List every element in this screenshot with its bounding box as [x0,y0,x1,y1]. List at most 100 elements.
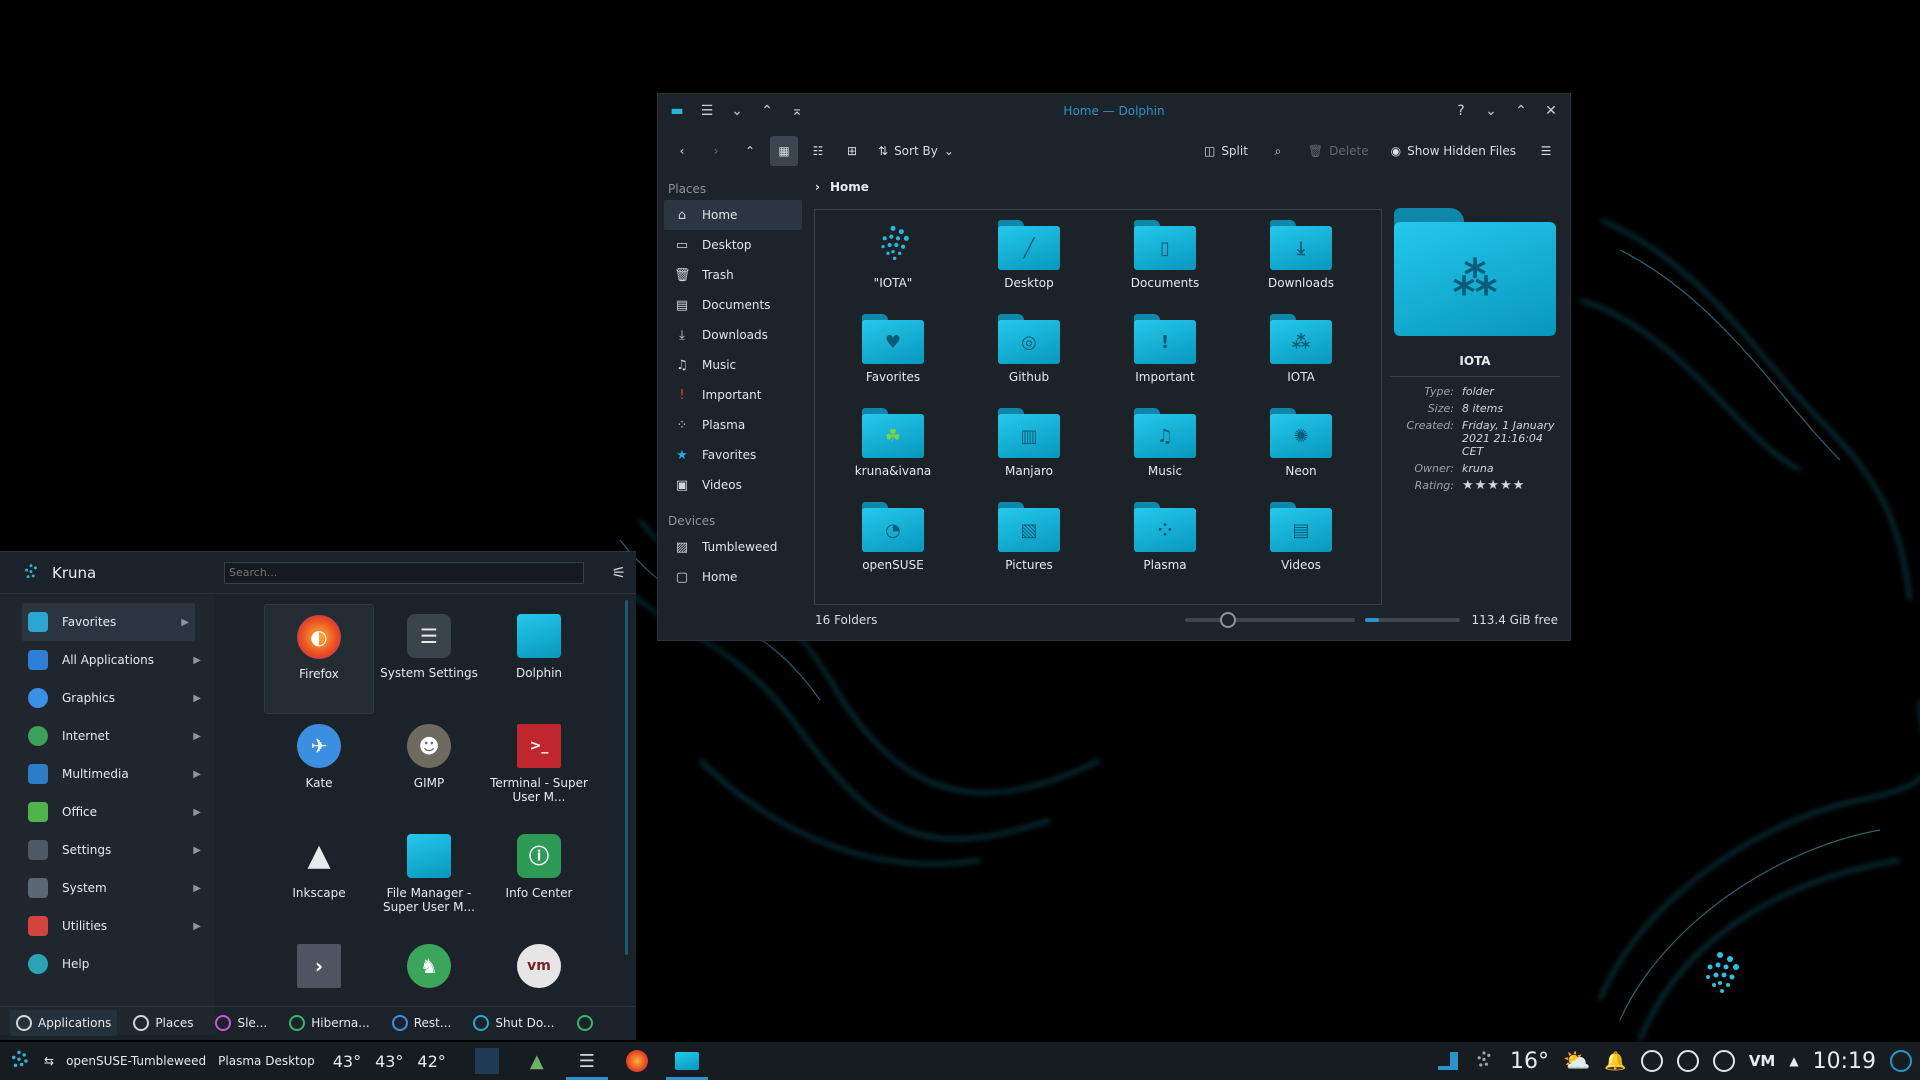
app-gimp[interactable]: ☻ GIMP [374,714,484,824]
category-favorites[interactable]: Favorites ▶ [22,603,195,641]
folder-app-icon[interactable]: ▬ [666,100,688,122]
zoom-slider[interactable] [1185,612,1355,628]
rating-stars[interactable]: ★★★★★ [1462,479,1560,492]
category-office[interactable]: Office ▶ [0,793,215,831]
close-icon[interactable]: ✕ [1540,100,1562,122]
notification-bell-icon[interactable]: 🔔 [1604,1051,1626,1072]
compact-view-button[interactable]: ☷ [804,136,832,166]
sleep-button[interactable]: Sle... [209,1010,273,1036]
minimize-icon[interactable]: ⌄ [1480,100,1502,122]
file-item[interactable]: ♥ Favorites [825,314,961,408]
back-button[interactable]: ‹ [668,136,696,166]
place-plasma[interactable]: ⁘ Plasma [658,410,808,440]
app-firefox[interactable]: ◐ Firefox [264,604,374,714]
category-help[interactable]: Help [0,945,215,983]
place-music[interactable]: ♫ Music [658,350,808,380]
file-item[interactable]: ◎ Github [961,314,1097,408]
category-system[interactable]: System ▶ [0,869,215,907]
menu-icon[interactable]: ☰ [696,100,718,122]
keep-above-icon[interactable]: ⌃ [756,100,778,122]
help-icon[interactable]: ? [1450,100,1472,122]
app-inkscape[interactable]: ▲ Inkscape [264,824,374,934]
delete-button[interactable]: 🗑 Delete [1302,136,1375,166]
task-firefox[interactable] [612,1042,662,1080]
place-trash[interactable]: 🗑 Trash [658,260,808,290]
activity-label[interactable]: Plasma Desktop [212,1042,321,1080]
iota-logo-icon[interactable] [1472,1049,1496,1073]
app-file-manager-super-user[interactable]: File Manager - Super User M... [374,824,484,934]
file-item[interactable]: ♫ Music [1097,408,1233,502]
file-item[interactable]: ☘ kruna&ivana [825,408,961,502]
device-tumbleweed[interactable]: ▨ Tumbleweed [658,532,808,562]
app-terminal-super-user[interactable]: >_ Terminal - Super User M... [484,714,594,824]
hibernate-button[interactable]: Hiberna... [283,1010,375,1036]
clock[interactable]: 10:19 [1813,1049,1876,1074]
show-desktop-icon[interactable] [1890,1050,1912,1072]
restart-button[interactable]: Rest... [386,1010,458,1036]
task-desktop-pager[interactable] [462,1042,512,1080]
up-button[interactable]: ⌃ [736,136,764,166]
place-documents[interactable]: ▤ Documents [658,290,808,320]
file-item[interactable]: ! Important [1097,314,1233,408]
tray-expand-icon[interactable]: ▲ [1789,1054,1798,1068]
file-item[interactable]: ✺ Neon [1233,408,1369,502]
place-important[interactable]: ! Important [658,380,808,410]
place-downloads[interactable]: ⤓ Downloads [658,320,808,350]
maximize-icon[interactable]: ⌃ [1510,100,1532,122]
file-item[interactable]: ▥ Manjaro [961,408,1097,502]
file-item[interactable]: ▯ Documents [1097,220,1233,314]
place-home[interactable]: ⌂ Home [664,200,802,230]
keep-below-icon[interactable]: ⌄ [726,100,748,122]
hamburger-menu-button[interactable]: ☰ [1532,136,1560,166]
category-multimedia[interactable]: Multimedia ▶ [0,755,215,793]
update-arrow-icon[interactable] [1640,1050,1663,1072]
shutdown-button[interactable]: Shut Do... [467,1010,560,1036]
details-view-button[interactable]: ⊞ [838,136,866,166]
task-dolphin[interactable] [662,1042,712,1080]
file-item[interactable]: "IOTA" [825,220,961,314]
search-input[interactable] [224,561,584,584]
weather-temperature[interactable]: 16° [1510,1049,1549,1074]
category-graphics[interactable]: Graphics ▶ [0,679,215,717]
forward-button[interactable]: › [702,136,730,166]
task-image-viewer[interactable]: ▲ [512,1042,562,1080]
app-info-center[interactable]: ⓘ Info Center [484,824,594,934]
app-kate[interactable]: ✈ Kate [264,714,374,824]
task-system-settings[interactable]: ☰ [562,1042,612,1080]
icons-view-button[interactable]: ▦ [770,136,798,166]
place-videos[interactable]: ▣ Videos [658,470,808,500]
place-favorites[interactable]: ★ Favorites [658,440,808,470]
switch-activity-icon[interactable]: ⇆ [38,1042,60,1080]
zoom-slider-handle[interactable] [1219,612,1236,628]
shade-icon[interactable]: ⌅ [786,100,808,122]
app-system-settings[interactable]: ☰ System Settings [374,604,484,714]
file-item[interactable]: ◔ openSUSE [825,502,961,596]
file-item[interactable]: ⤓ Downloads [1233,220,1369,314]
category-utilities[interactable]: Utilities ▶ [0,907,215,945]
partly-cloudy-icon[interactable]: ⛅ [1563,1049,1590,1074]
device-home[interactable]: ▢ Home [658,562,808,592]
search-button[interactable]: ⌕ [1264,136,1292,166]
file-item[interactable]: ▤ Videos [1233,502,1369,596]
vm-tray-icon[interactable]: VM [1749,1052,1776,1070]
scrollbar[interactable] [625,600,628,955]
file-item[interactable]: ╱ Desktop [961,220,1097,314]
launcher-button[interactable] [0,1042,38,1080]
category-all-applications[interactable]: All Applications ▶ [0,641,215,679]
configure-icon[interactable]: ⚟ [612,563,626,582]
pause-icon[interactable] [1712,1050,1735,1072]
file-item[interactable]: ⁘ Plasma [1097,502,1233,596]
leave-button[interactable] [571,1010,599,1036]
volume-bar-icon[interactable] [1437,1052,1458,1070]
file-item[interactable]: ▧ Pictures [961,502,1097,596]
tab-places[interactable]: Places [127,1010,199,1036]
sort-by-button[interactable]: ⇅ Sort By ⌄ [872,136,960,166]
category-internet[interactable]: Internet ▶ [0,717,215,755]
breadcrumb-home[interactable]: Home [830,180,869,194]
app-dolphin[interactable]: Dolphin [484,604,594,714]
file-item[interactable]: ⁂ IOTA [1233,314,1369,408]
breadcrumb-chevron-icon[interactable]: › [815,180,820,194]
tab-applications[interactable]: Applications [10,1009,118,1036]
split-button[interactable]: ◫ Split [1198,136,1254,166]
place-desktop[interactable]: ▭ Desktop [658,230,808,260]
